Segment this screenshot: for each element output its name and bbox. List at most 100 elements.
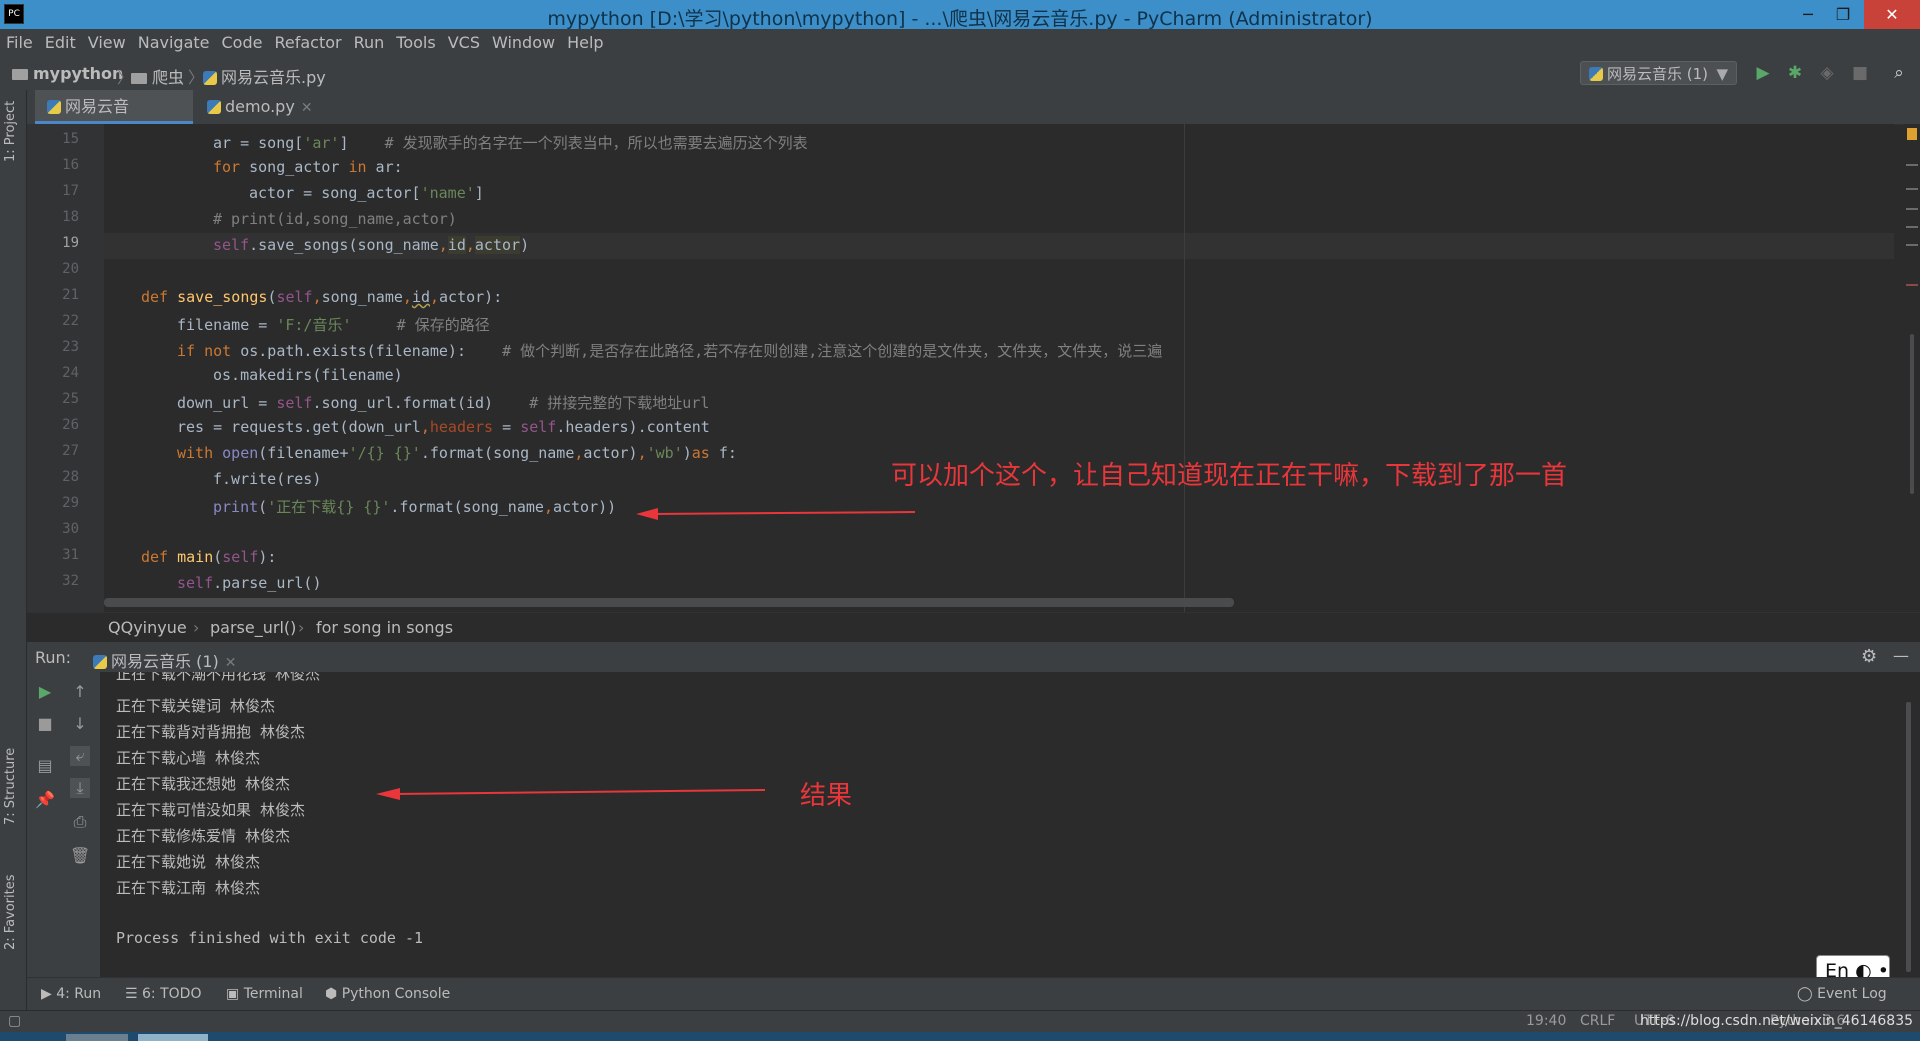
breadcrumb-class[interactable]: QQyinyue [108, 618, 187, 637]
line-number: 18 [62, 209, 79, 225]
favorites-tool-tab[interactable]: 2: Favorites [3, 874, 18, 950]
taskbar-app[interactable] [66, 1034, 128, 1041]
line-number: 31 [62, 547, 79, 563]
tab-todo[interactable]: ☰ 6: TODO [125, 986, 201, 1002]
menu-refactor[interactable]: Refactor [268, 29, 347, 56]
tab-run[interactable]: ▶ 4: Run [41, 986, 101, 1002]
stop-icon[interactable]: ■ [35, 714, 55, 734]
line-number: 32 [62, 573, 79, 589]
stripe-mark [1906, 188, 1918, 190]
breadcrumb-separator: › [193, 618, 200, 637]
trash-icon[interactable]: 🗑 [70, 846, 90, 866]
layout-icon[interactable]: ▤ [35, 756, 55, 776]
close-tab-icon[interactable]: ✕ [225, 655, 237, 671]
rerun-icon[interactable]: ▶ [35, 682, 55, 702]
down-arrow-icon[interactable]: ↓ [70, 714, 90, 734]
stop-icon[interactable]: ■ [1851, 64, 1869, 82]
status-bar: ▢ 19:40 CRLF UTF-8 Python 3.6 https://bl… [0, 1010, 1920, 1033]
run-icon[interactable]: ▶ [1754, 64, 1772, 82]
pin-icon[interactable]: 📌 [35, 790, 55, 810]
menu-view[interactable]: View [82, 29, 132, 56]
nav-project[interactable]: mypython [12, 64, 123, 83]
breadcrumb-method[interactable]: parse_url() [210, 618, 296, 637]
code-line-29: print('正在下载{} {}'.format(song_name,actor… [213, 498, 617, 516]
code-line-19: self.save_songs(song_name,id,actor) [213, 236, 530, 254]
annotation-arrow-code [636, 508, 916, 520]
search-icon[interactable]: ⌕ [1890, 64, 1908, 82]
nav-file[interactable]: 网易云音乐.py [203, 64, 326, 88]
menu-code[interactable]: Code [216, 29, 269, 56]
tab-demo[interactable]: demo.py ✕ [195, 90, 335, 124]
line-number: 24 [62, 365, 79, 381]
python-file-icon [47, 100, 61, 114]
line-number: 30 [62, 521, 79, 537]
console-scrollbar[interactable] [1906, 702, 1911, 972]
gear-icon[interactable]: ⚙ [1861, 646, 1877, 667]
line-separator[interactable]: CRLF [1580, 1013, 1615, 1029]
line-number: 27 [62, 443, 79, 459]
left-tool-strip: 1: Project 7: Structure 2: Favorites [0, 90, 27, 1010]
line-number: 21 [62, 287, 79, 303]
nav-separator: 〉 [188, 68, 205, 87]
project-tool-tab[interactable]: 1: Project [3, 101, 18, 162]
python-file-icon [203, 71, 217, 85]
layout-toggle-icon[interactable]: ▢ [8, 1013, 21, 1029]
line-number: 22 [62, 313, 79, 329]
structure-tool-tab[interactable]: 7: Structure [3, 748, 18, 825]
hide-panel-icon[interactable]: — [1893, 646, 1909, 665]
code-line-27: with open(filename+'/{} {}'.format(song_… [177, 444, 737, 462]
maximize-button[interactable]: ❐ [1823, 0, 1863, 29]
menu-tools[interactable]: Tools [390, 29, 441, 56]
editor-tab-bar: 网易云音乐.py✕ demo.py✕ [27, 90, 1920, 150]
event-log-button[interactable]: ◯ Event Log [1797, 986, 1887, 1002]
up-arrow-icon[interactable]: ↑ [70, 682, 90, 702]
console-line: 正在下载不潮不用花钱 林俊杰 [116, 672, 321, 683]
tab-wangyiyun[interactable]: 网易云音乐.py✕ [35, 90, 193, 150]
menu-help[interactable]: Help [561, 29, 609, 56]
menu-navigate[interactable]: Navigate [132, 29, 216, 56]
stripe-mark [1906, 226, 1918, 228]
taskbar-app[interactable] [138, 1034, 208, 1041]
run-configuration-select[interactable]: 网易云音乐 (1) ▼ [1580, 61, 1737, 85]
close-tab-icon[interactable]: ✕ [301, 100, 313, 116]
line-number: 29 [62, 495, 79, 511]
menu-window[interactable]: Window [486, 29, 561, 56]
menu-run[interactable]: Run [348, 29, 391, 56]
print-icon[interactable]: ⎙ [70, 812, 90, 832]
tab-terminal[interactable]: ▣ Terminal [226, 986, 303, 1002]
code-line-18: # print(id,song_name,actor) [213, 210, 457, 228]
close-window-button[interactable]: ✕ [1864, 0, 1920, 29]
tab-python-console[interactable]: ⬢ Python Console [325, 986, 450, 1002]
editor-horizontal-scrollbar[interactable] [104, 598, 1234, 607]
console-line: 正在下载我还想她 林俊杰 [116, 775, 291, 793]
terminal-icon: ▣ [226, 986, 244, 1002]
menu-vcs[interactable]: VCS [442, 29, 486, 56]
editor-vertical-scrollbar[interactable] [1910, 334, 1914, 494]
code-line-26: res = requests.get(down_url,headers = se… [177, 418, 710, 436]
code-line-31: def main(self): [141, 548, 277, 566]
run-console[interactable]: 正在下载不潮不用花钱 林俊杰 正在下载关键词 林俊杰 正在下载背对背拥抱 林俊杰… [100, 672, 1905, 977]
cursor-position[interactable]: 19:40 [1526, 1013, 1566, 1029]
run-icon: ▶ [41, 986, 57, 1002]
code-line-15: ar = song['ar'] # 发现歌手的名字在一个列表当中，所以也需要去遍… [213, 134, 808, 152]
console-line: 正在下载心墙 林俊杰 [116, 749, 261, 767]
console-line: 正在下载可惜没如果 林俊杰 [116, 801, 306, 819]
warning-icon[interactable] [1907, 128, 1917, 140]
code-editor[interactable]: ar = song['ar'] # 发现歌手的名字在一个列表当中，所以也需要去遍… [104, 124, 1894, 612]
menu-file[interactable]: File [0, 29, 39, 56]
minimize-button[interactable]: ─ [1788, 0, 1828, 29]
console-line: 正在下载修炼爱情 林俊杰 [116, 827, 291, 845]
code-line-17: actor = song_actor['name'] [249, 184, 484, 202]
code-line-23: if not os.path.exists(filename): # 做个判断,… [177, 342, 1163, 360]
scroll-to-end-icon[interactable]: ⤓ [70, 778, 90, 798]
nav-folder[interactable]: 爬虫 [131, 64, 184, 88]
breadcrumb-loop[interactable]: for song in songs [316, 618, 453, 637]
soft-wrap-icon[interactable]: ⤶ [70, 746, 90, 766]
menu-edit[interactable]: Edit [39, 29, 82, 56]
line-number: 26 [62, 417, 79, 433]
folder-icon [12, 69, 28, 80]
coverage-icon[interactable]: ◈ [1818, 64, 1836, 82]
debug-icon[interactable]: ✱ [1786, 64, 1804, 82]
window-title: mypython [D:\学习\python\mypython] - ...\爬… [547, 8, 1373, 30]
run-panel-header: Run: 网易云音乐 (1) ✕ ⚙ — [27, 642, 1920, 679]
